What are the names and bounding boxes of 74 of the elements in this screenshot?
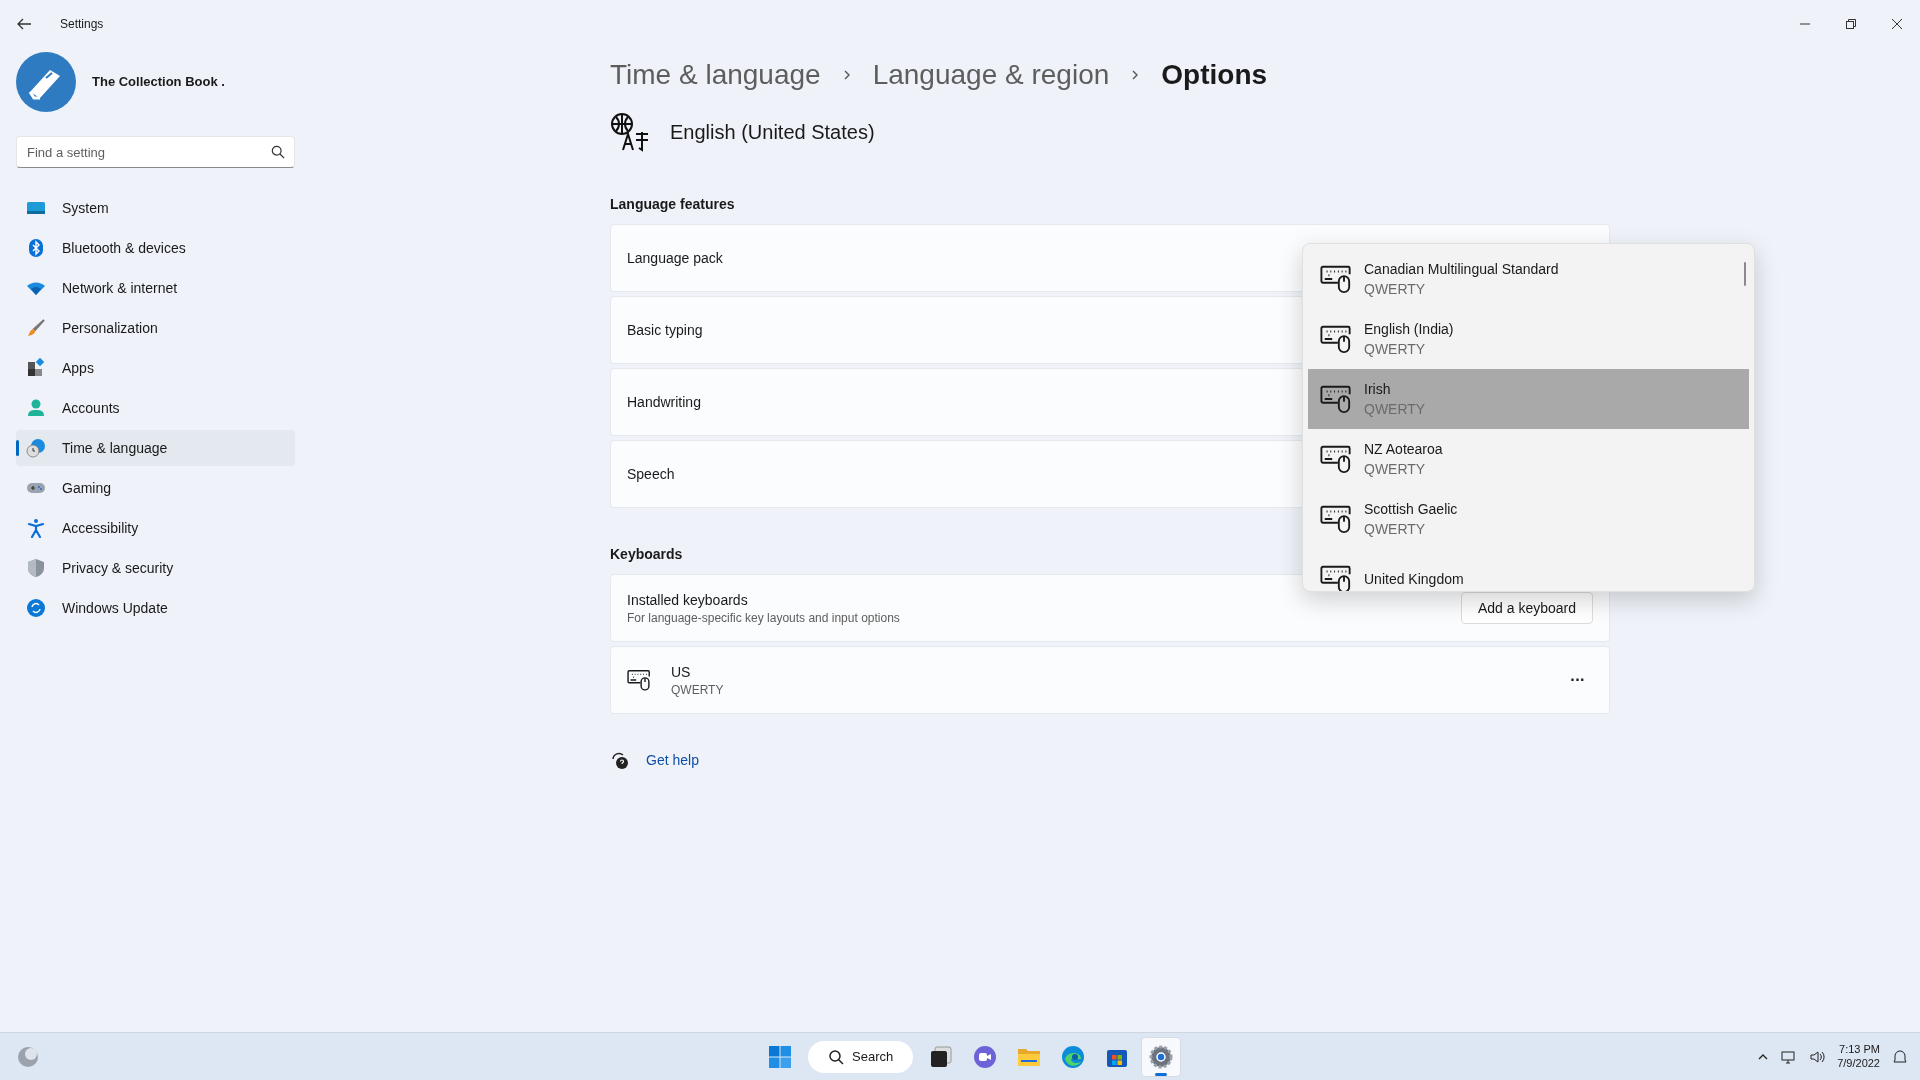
keyboard-layout: QWERTY xyxy=(671,682,724,698)
layout-name: Irish xyxy=(1364,380,1392,399)
card-subtitle: For language-specific key layouts and input options xyxy=(627,610,900,626)
sidebar-item[interactable]: Personalization xyxy=(16,310,295,346)
browser-icon xyxy=(1061,1044,1086,1069)
keyboard-mouse-icon xyxy=(1320,503,1352,535)
globe-clock-icon xyxy=(26,438,46,458)
network-icon[interactable] xyxy=(1781,1048,1798,1065)
layout-type: QWERTY xyxy=(1364,400,1426,419)
dropdown-item[interactable]: United Kingdom xyxy=(1308,549,1749,591)
layout-name: Canadian Multilingual Standard xyxy=(1364,260,1559,279)
apps-icon xyxy=(26,358,46,378)
notification-icon[interactable] xyxy=(1892,1048,1908,1065)
sidebar-item[interactable]: Accounts xyxy=(16,390,295,426)
more-options-button[interactable]: ··· xyxy=(1570,668,1585,692)
language-icon xyxy=(610,112,650,152)
breadcrumb-item[interactable]: Time & language xyxy=(610,54,821,96)
clock[interactable]: 7:13 PM 7/9/2022 xyxy=(1837,1042,1880,1071)
back-arrow-icon[interactable] xyxy=(16,16,32,32)
brush-icon xyxy=(26,318,46,338)
search-icon xyxy=(271,145,285,159)
restore-icon xyxy=(1846,19,1856,29)
video-chat-icon xyxy=(973,1044,998,1069)
keyboard-mouse-icon xyxy=(1320,263,1352,295)
sidebar-item[interactable]: Accessibility xyxy=(16,510,295,546)
sidebar-item[interactable]: Network & internet xyxy=(16,270,295,306)
layout-name: United Kingdom xyxy=(1364,570,1464,589)
layout-type: QWERTY xyxy=(1364,340,1427,359)
task-view-icon xyxy=(929,1044,954,1069)
get-help-link[interactable]: Get help xyxy=(646,750,699,770)
refresh-icon xyxy=(26,598,46,618)
accessibility-icon xyxy=(26,518,46,538)
language-name: English (United States) xyxy=(670,120,875,145)
taskbar-search-button[interactable]: Search xyxy=(808,1040,914,1073)
sidebar-item[interactable]: Windows Update xyxy=(16,590,295,626)
keyboard-mouse-icon xyxy=(1320,443,1352,475)
section-heading: Keyboards xyxy=(610,545,684,564)
sidebar-item[interactable]: Time & language xyxy=(16,430,295,466)
keyboard-mouse-icon xyxy=(1320,323,1352,355)
sidebar-item[interactable]: Gaming xyxy=(16,470,295,506)
close-icon xyxy=(1892,19,1902,29)
breadcrumb-item[interactable]: Language & region xyxy=(872,54,1110,96)
bluetooth-icon xyxy=(26,238,46,258)
card-title: Installed keyboards xyxy=(627,591,749,610)
selection-indicator xyxy=(16,440,19,456)
search-label: Search xyxy=(852,1047,894,1066)
profile-name: The Collection Book . xyxy=(92,73,225,92)
breadcrumb-item: Options xyxy=(1161,58,1268,92)
layout-name: NZ Aotearoa xyxy=(1364,440,1443,459)
shield-icon xyxy=(26,558,46,578)
help-icon xyxy=(610,750,630,770)
sidebar-item[interactable]: Bluetooth & devices xyxy=(16,230,295,266)
keyboard-name: US xyxy=(671,663,692,682)
layout-type: QWERTY xyxy=(1364,520,1427,539)
section-heading: Language features xyxy=(610,195,736,214)
layout-type: QWERTY xyxy=(1364,460,1427,479)
settings-icon xyxy=(1149,1044,1174,1069)
search-icon xyxy=(828,1048,844,1065)
dropdown-item[interactable]: Irish QWERTY xyxy=(1308,369,1749,429)
search-field[interactable]: Find a setting xyxy=(16,136,295,168)
add-keyboard-button[interactable]: Add a keyboard xyxy=(1460,592,1593,624)
sidebar-item[interactable]: Apps xyxy=(16,350,295,386)
scrollbar-thumb[interactable] xyxy=(1744,262,1746,286)
keyboard-mouse-icon xyxy=(627,668,651,692)
layout-name: English (India) xyxy=(1364,320,1454,339)
active-indicator xyxy=(1155,1072,1168,1076)
volume-icon[interactable] xyxy=(1809,1048,1826,1065)
sidebar-item[interactable]: System xyxy=(16,190,295,226)
sidebar-item[interactable]: Privacy & security xyxy=(16,550,295,586)
windows-logo-icon xyxy=(768,1044,792,1069)
person-icon xyxy=(26,398,46,418)
keyboard-mouse-icon xyxy=(1320,563,1352,591)
window-title: Settings xyxy=(60,16,104,32)
keyboard-mouse-icon xyxy=(1320,383,1352,415)
